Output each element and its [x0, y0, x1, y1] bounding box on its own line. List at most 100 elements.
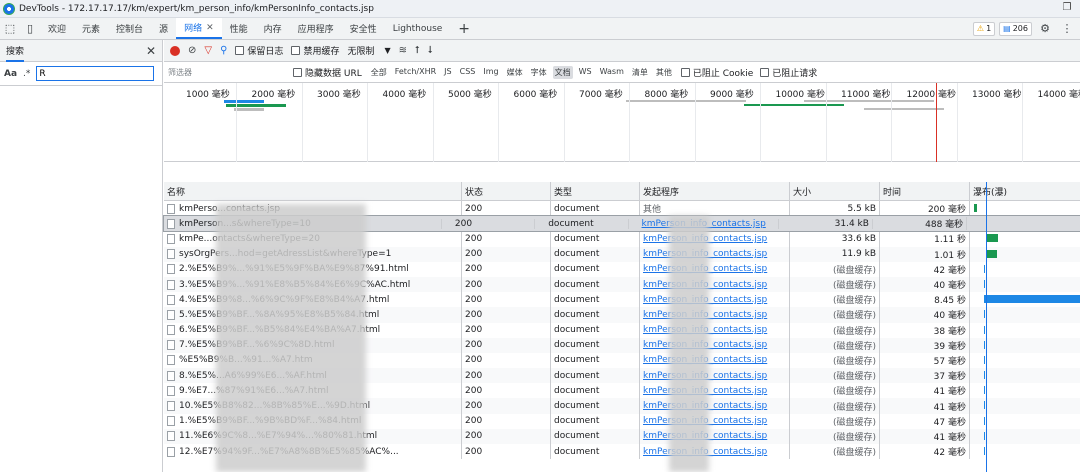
- cell-text: (磁盘缓存): [832, 281, 876, 292]
- cell-text: (磁盘缓存): [832, 372, 876, 383]
- search-icon[interactable]: ⚲: [220, 45, 227, 56]
- close-search-icon[interactable]: ✕: [146, 44, 156, 58]
- throttling-select[interactable]: 无限制 ▼: [347, 44, 390, 57]
- filter-type-5[interactable]: 媒体: [505, 66, 525, 79]
- filter-type-2[interactable]: JS: [442, 66, 453, 79]
- filter-type-6[interactable]: 字体: [529, 66, 549, 79]
- cell-type: document: [551, 352, 640, 369]
- waterfall-dcl-line: [986, 182, 987, 472]
- tab-8[interactable]: 安全性: [342, 18, 385, 39]
- cell-type: document: [551, 246, 640, 262]
- settings-gear-icon[interactable]: ⚙: [1036, 22, 1054, 35]
- more-options-icon[interactable]: ⋮: [1058, 22, 1076, 35]
- cell-initiator[interactable]: 其他: [640, 201, 790, 217]
- preserve-log-checkbox[interactable]: 保留日志: [235, 44, 283, 57]
- device-toolbar-icon[interactable]: ▯: [20, 18, 40, 39]
- search-sidebar: 搜索 ✕ Aa .*: [0, 40, 163, 472]
- import-har-icon[interactable]: ⭡: [415, 45, 420, 56]
- tab-7[interactable]: 应用程序: [290, 18, 342, 39]
- search-input[interactable]: [36, 66, 155, 81]
- column-header-status[interactable]: 状态: [462, 182, 551, 200]
- filter-type-7[interactable]: 文档: [552, 65, 573, 79]
- close-tab-icon[interactable]: ✕: [206, 23, 214, 33]
- waterfall-bar: [984, 431, 985, 440]
- filter-type-9[interactable]: Wasm: [598, 66, 626, 79]
- filter-input[interactable]: 筛选器: [168, 67, 286, 78]
- cell-initiator[interactable]: kmPerson_info_contacts.jsp: [640, 413, 790, 429]
- cell-initiator[interactable]: kmPerson_info_contacts.jsp: [640, 444, 790, 460]
- tab-label: Lighthouse: [392, 23, 443, 34]
- hide-data-urls-label: 隐藏数据 URL: [305, 68, 362, 79]
- cell-time: 40 毫秒: [880, 307, 970, 323]
- column-header-initiator[interactable]: 发起程序: [640, 182, 790, 200]
- tab-1[interactable]: 元素: [74, 18, 108, 39]
- warnings-badge[interactable]: ⚠ 1: [972, 21, 996, 36]
- cell-initiator[interactable]: kmPerson_info_contacts.jsp: [640, 337, 790, 353]
- filter-type-1[interactable]: Fetch/XHR: [393, 66, 438, 79]
- overview-tick-label: 3000 毫秒: [317, 90, 361, 100]
- tab-0[interactable]: 欢迎: [40, 18, 74, 39]
- cell-initiator[interactable]: kmPerson_info_contacts.jsp: [640, 231, 790, 247]
- document-icon: [167, 218, 175, 229]
- tab-3[interactable]: 源: [151, 18, 176, 39]
- filter-type-8[interactable]: WS: [577, 66, 594, 79]
- column-header-name[interactable]: 名称: [164, 182, 462, 200]
- cell-text: 488 毫秒: [925, 220, 964, 231]
- cell-time: 488 毫秒: [883, 217, 968, 231]
- issues-count: 206: [1012, 24, 1028, 33]
- checkbox-box[interactable]: [680, 67, 690, 77]
- column-header-size[interactable]: 大小: [790, 182, 880, 200]
- checkbox-box[interactable]: [235, 46, 245, 55]
- filter-icon[interactable]: ▽: [204, 45, 212, 56]
- export-har-icon[interactable]: ⭣: [428, 45, 433, 56]
- network-conditions-icon[interactable]: ≋: [399, 45, 407, 56]
- cell-initiator[interactable]: kmPerson_info_contacts.jsp: [640, 292, 790, 308]
- overview-bar: [744, 104, 844, 106]
- record-button-icon[interactable]: [170, 45, 180, 56]
- document-icon: [167, 249, 175, 260]
- tab-5[interactable]: 性能: [222, 18, 256, 39]
- tab-4[interactable]: 网络 ✕: [176, 18, 222, 39]
- restore-window-icon[interactable]: ❐: [1060, 2, 1074, 16]
- match-case-button[interactable]: Aa: [4, 69, 17, 79]
- filter-type-10[interactable]: 清单: [630, 66, 650, 79]
- checkbox-box[interactable]: [760, 67, 770, 77]
- cell-initiator[interactable]: kmPerson_info_contacts.jsp: [640, 383, 790, 399]
- issues-badge[interactable]: ▤ 206: [999, 21, 1032, 36]
- filter-type-0[interactable]: 全部: [369, 66, 389, 79]
- regex-button[interactable]: .*: [23, 69, 30, 79]
- filter-type-11[interactable]: 其他: [654, 66, 674, 79]
- cell-initiator[interactable]: kmPerson_info_contacts.jsp: [640, 398, 790, 414]
- inspect-element-icon[interactable]: ⬚: [0, 18, 20, 39]
- column-header-type[interactable]: 类型: [551, 182, 640, 200]
- column-header-time[interactable]: 时间: [880, 182, 970, 200]
- overview-tick-label: 10000 毫秒: [775, 90, 826, 100]
- cell-text[interactable]: 其他: [643, 202, 661, 215]
- hide-data-urls-checkbox[interactable]: 隐藏数据 URL: [293, 66, 362, 79]
- checkbox-box[interactable]: [291, 46, 301, 55]
- overview-tick-label: 9000 毫秒: [710, 90, 754, 100]
- tab-label: 元素: [82, 25, 101, 35]
- cell-initiator[interactable]: kmPerson_info_contacts.jsp: [640, 307, 790, 323]
- clear-icon[interactable]: ⊘: [188, 45, 196, 56]
- filter-type-4[interactable]: Img: [481, 66, 500, 79]
- cell-initiator[interactable]: kmPerson_info_contacts.jsp: [640, 246, 790, 262]
- cell-initiator[interactable]: kmPerson_info_contacts.jsp: [640, 261, 790, 277]
- overview-tick-label: 5000 毫秒: [448, 90, 492, 100]
- filter-type-3[interactable]: CSS: [458, 66, 478, 79]
- cell-initiator[interactable]: kmPerson_info_contacts.jsp: [640, 368, 790, 384]
- search-tab-label[interactable]: 搜索: [6, 40, 25, 62]
- cell-initiator[interactable]: kmPerson_info_contacts.jsp: [640, 276, 790, 293]
- blocked-requests-checkbox[interactable]: 已阻止请求: [760, 66, 817, 79]
- blocked-cookies-checkbox[interactable]: 已阻止 Cookie: [680, 66, 753, 79]
- tab-9[interactable]: Lighthouse: [385, 18, 451, 39]
- cell-initiator[interactable]: kmPerson_info_contacts.jsp: [640, 352, 790, 369]
- tab-2[interactable]: 控制台: [108, 18, 151, 39]
- timeline-overview[interactable]: 1000 毫秒 2000 毫秒 3000 毫秒 4000 毫秒 5000 毫秒 6000 …: [164, 83, 1080, 162]
- cell-initiator[interactable]: kmPerson_info_contacts.jsp: [640, 322, 790, 338]
- more-tools-button[interactable]: +: [450, 18, 478, 39]
- tab-6[interactable]: 内存: [256, 18, 290, 39]
- cell-initiator[interactable]: kmPerson_info_contacts.jsp: [640, 428, 790, 444]
- disable-cache-checkbox[interactable]: 禁用缓存: [291, 44, 339, 57]
- checkbox-box[interactable]: [293, 67, 302, 77]
